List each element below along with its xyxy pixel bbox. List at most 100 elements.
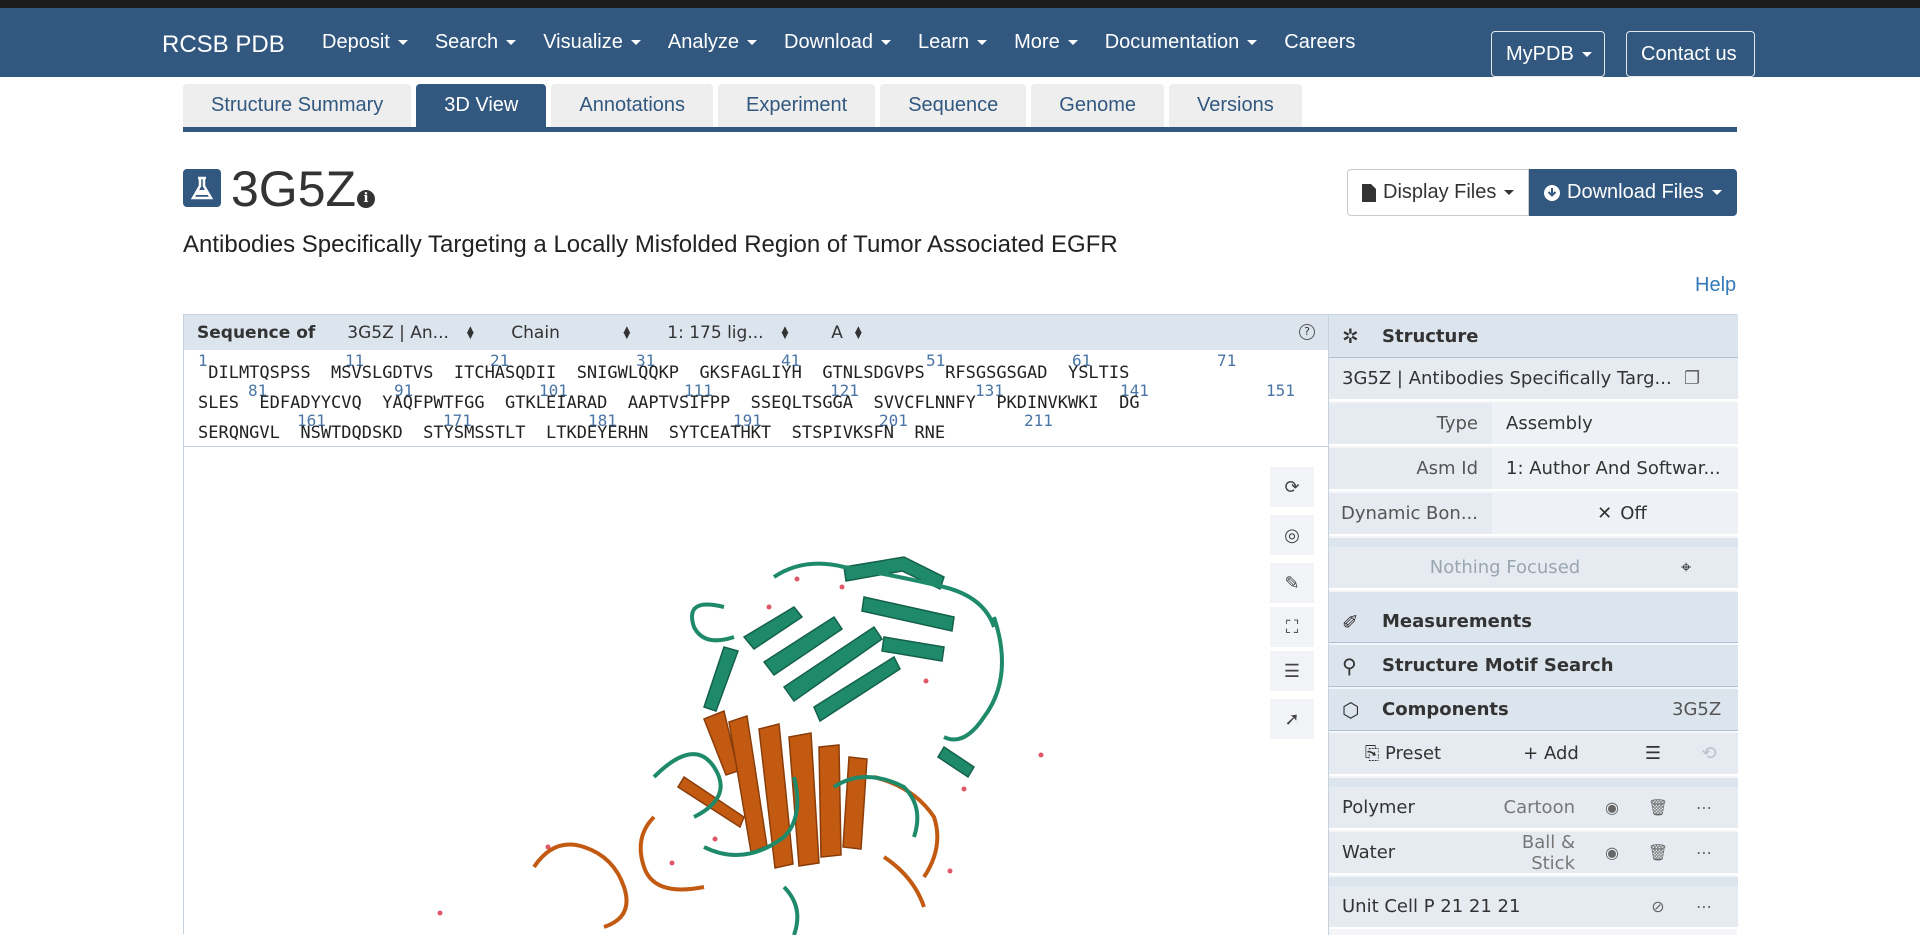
- seq-number: 151: [1266, 381, 1295, 400]
- info-icon[interactable]: i: [357, 190, 375, 208]
- assembly-select[interactable]: 1: 175 lig... ▲ ▼: [667, 323, 795, 343]
- focus-icon[interactable]: ⌖: [1681, 557, 1691, 578]
- eye-off-icon[interactable]: ⊘: [1635, 897, 1681, 916]
- caret-icon: [747, 40, 758, 45]
- asm-id-select[interactable]: 1: Author And Softwar...: [1492, 448, 1738, 489]
- caret-icon: [1504, 190, 1515, 195]
- component-unit-cell[interactable]: Unit Cell P 21 21 21 ⊘ ⋯: [1329, 886, 1738, 929]
- nav-learn[interactable]: Learn: [918, 31, 988, 54]
- caret-icon: [880, 40, 891, 45]
- contact-us-button[interactable]: Contact us: [1626, 31, 1755, 77]
- expand-icon[interactable]: ⛶: [1270, 607, 1314, 647]
- type-row: Type Assembly: [1329, 403, 1738, 446]
- nav-menu: Deposit Search Visualize Analyze Downloa…: [322, 31, 1382, 54]
- tab-3d-view[interactable]: 3D View: [416, 84, 547, 127]
- caret-icon: [977, 40, 988, 45]
- structure-section-header[interactable]: ✲ Structure: [1329, 315, 1738, 358]
- nav-visualize[interactable]: Visualize: [543, 31, 641, 54]
- 3d-canvas[interactable]: [184, 447, 1328, 936]
- eye-icon[interactable]: ◉: [1589, 843, 1635, 862]
- type-select[interactable]: Assembly: [1492, 403, 1738, 444]
- sliders-icon[interactable]: ☰: [1625, 743, 1681, 764]
- nav-documentation[interactable]: Documentation: [1105, 31, 1258, 54]
- caret-icon: [1247, 40, 1258, 45]
- preset-button[interactable]: ⎘ Preset: [1329, 743, 1477, 764]
- caret-icon: [506, 40, 517, 45]
- copy-icon[interactable]: ❐: [1684, 368, 1700, 389]
- components-header[interactable]: ⬡ Components 3G5Z: [1329, 689, 1738, 731]
- tab-annotations[interactable]: Annotations: [551, 84, 714, 127]
- entity-select[interactable]: 3G5Z | An... ▲ ▼: [347, 323, 475, 343]
- close-icon: ✕: [1597, 503, 1613, 524]
- sequence-line: SERQNGVL NSWTDQDSKD STYSMSSTLT LTKDEYERH…: [198, 423, 946, 443]
- cube-icon: ⬡: [1342, 697, 1360, 722]
- wrench-icon[interactable]: ✎: [1270, 563, 1314, 603]
- chain-select[interactable]: A ▲ ▼: [831, 323, 863, 343]
- browser-top-strip: [0, 0, 1920, 8]
- nav-careers[interactable]: Careers: [1284, 31, 1355, 54]
- motif-search-header[interactable]: ⚲ Structure Motif Search: [1329, 645, 1738, 687]
- section-separator: [1329, 592, 1738, 601]
- seq-number: 211: [1024, 411, 1053, 430]
- section-separator: [1329, 877, 1738, 886]
- nav-more[interactable]: More: [1014, 31, 1078, 54]
- more-icon[interactable]: ⋯: [1681, 798, 1727, 817]
- focus-row: Nothing Focused ⌖: [1329, 547, 1738, 590]
- more-icon[interactable]: ⋯: [1681, 897, 1727, 916]
- help-link[interactable]: Help: [1695, 274, 1736, 297]
- nav-analyze[interactable]: Analyze: [668, 31, 758, 54]
- molstar-viewer: Sequence of 3G5Z | An... ▲ ▼ Chain ▲ ▼ 1: 17…: [183, 314, 1738, 936]
- section-separator: [1329, 778, 1738, 787]
- help-circle-icon[interactable]: ?: [1299, 324, 1315, 340]
- tab-sequence[interactable]: Sequence: [880, 84, 1027, 127]
- tab-versions[interactable]: Versions: [1168, 84, 1302, 127]
- display-files-button[interactable]: Display Files: [1347, 169, 1529, 216]
- pointer-icon[interactable]: ➚: [1270, 699, 1314, 739]
- download-files-button[interactable]: Download Files: [1529, 169, 1737, 216]
- add-button[interactable]: + Add: [1477, 743, 1625, 764]
- ruler-icon: ✐: [1342, 609, 1359, 634]
- more-icon[interactable]: ⋯: [1681, 843, 1727, 862]
- search-icon: ⚲: [1342, 653, 1357, 678]
- eye-icon[interactable]: ◉: [1589, 798, 1635, 817]
- nav-search[interactable]: Search: [435, 31, 517, 54]
- seq-number: 71: [1217, 351, 1237, 370]
- tab-genome[interactable]: Genome: [1031, 84, 1164, 127]
- tab-experiment[interactable]: Experiment: [718, 84, 876, 127]
- mypdb-button[interactable]: MyPDB: [1491, 31, 1605, 77]
- history-icon[interactable]: ⟲: [1681, 743, 1737, 764]
- tab-structure-summary[interactable]: Structure Summary: [183, 84, 412, 127]
- component-water[interactable]: Water Ball & Stick ◉ 🗑 ⋯: [1329, 832, 1738, 875]
- screenshot-icon[interactable]: ◎: [1270, 515, 1314, 555]
- section-separator: [1329, 538, 1738, 547]
- trash-icon[interactable]: 🗑: [1635, 798, 1681, 817]
- dynamic-bonds-row: Dynamic Bon... ✕ Off: [1329, 493, 1738, 536]
- caret-icon: [1711, 190, 1722, 195]
- sequence-display[interactable]: 1 11 21 31 41 51 61 71 DILMTQSPSS MSVSLG…: [184, 350, 1328, 447]
- structure-select[interactable]: 3G5Z | Antibodies Specifically Targ... ❐: [1329, 358, 1738, 401]
- focus-status: Nothing Focused: [1429, 557, 1581, 578]
- sequence-line: DILMTQSPSS MSVSLGDTVS ITCHASQDII SNIGWLQ…: [198, 363, 1130, 383]
- protein-cartoon: [437, 556, 1044, 936]
- mode-select[interactable]: Chain ▲ ▼: [511, 323, 631, 343]
- bookmark-icon: ⎘: [1364, 743, 1385, 764]
- caret-icon: [397, 40, 408, 45]
- entry-title: Antibodies Specifically Targeting a Loca…: [183, 231, 1118, 258]
- sequence-toolbar: Sequence of 3G5Z | An... ▲ ▼ Chain ▲ ▼ 1: 17…: [184, 315, 1328, 350]
- plus-icon: +: [1523, 743, 1544, 764]
- measurements-header[interactable]: ✐ Measurements: [1329, 601, 1738, 643]
- dynamic-bonds-toggle[interactable]: ✕ Off: [1492, 493, 1738, 534]
- page-title: 3G5Z: [231, 161, 357, 217]
- brand-link[interactable]: RCSB PDB: [162, 31, 285, 59]
- flask-icon: [183, 169, 221, 207]
- reset-icon[interactable]: ⟳: [1270, 467, 1314, 507]
- sequence-line: SLES EDFADYYCVQ YAQFPWTFGG GTKLEIARAD AA…: [198, 393, 1140, 413]
- nav-deposit[interactable]: Deposit: [322, 31, 408, 54]
- nav-download[interactable]: Download: [784, 31, 891, 54]
- sliders-icon[interactable]: ☰: [1270, 651, 1314, 691]
- trash-icon[interactable]: 🗑: [1635, 843, 1681, 862]
- top-navbar: RCSB PDB Deposit Search Visualize Analyz…: [0, 8, 1920, 77]
- caret-icon: [630, 40, 641, 45]
- component-polymer[interactable]: Polymer Cartoon ◉ 🗑 ⋯: [1329, 787, 1738, 830]
- caret-icon: [1067, 40, 1078, 45]
